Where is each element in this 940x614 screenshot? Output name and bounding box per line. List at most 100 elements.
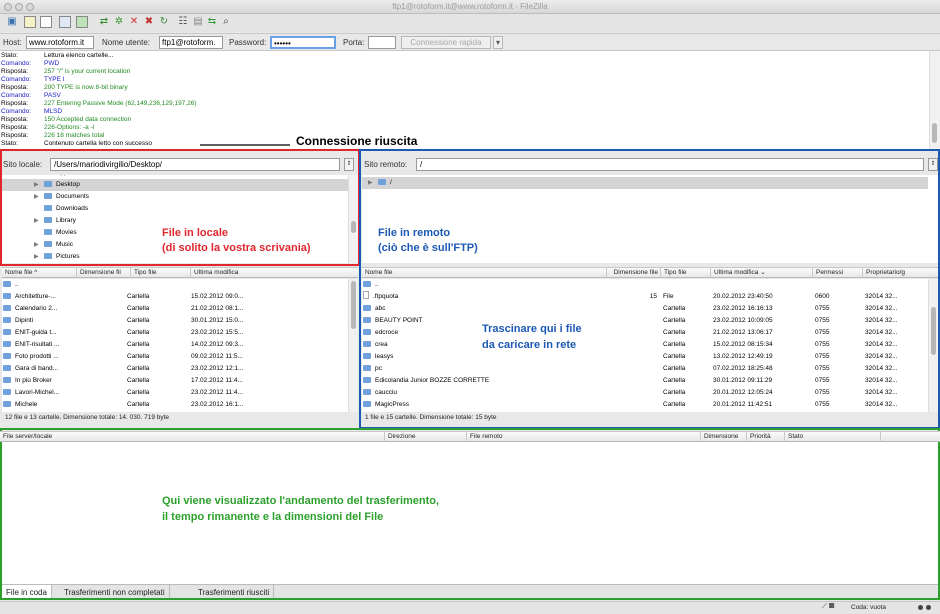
queue-col-direction[interactable]: Direzione bbox=[384, 432, 466, 442]
local-path-input[interactable]: /Users/mariodivirgilio/Desktop/ bbox=[50, 158, 340, 171]
cell-text: 23.02.2012 10:09:05 bbox=[713, 317, 773, 324]
remote-path-input[interactable]: / bbox=[416, 158, 924, 171]
cell-perm: 0755 bbox=[815, 363, 863, 375]
expand-arrow-icon[interactable]: ▶ bbox=[34, 215, 44, 227]
remote-col-modified[interactable]: Ultima modifica ⌄ bbox=[710, 268, 812, 278]
local-file-row[interactable]: ENIT-risultati ... Cartella 14.02.2012 09:… bbox=[2, 339, 348, 351]
local-list-scrollbar[interactable] bbox=[348, 279, 358, 412]
local-col-name[interactable]: Nome file ^ bbox=[2, 268, 76, 278]
tree-item[interactable]: Downloads bbox=[2, 203, 348, 215]
folder-icon bbox=[363, 365, 371, 371]
queue-col-remote[interactable]: File remoto bbox=[466, 432, 700, 442]
remote-file-row[interactable]: caucciu Cartella 20.01.2012 12:05:24 0755 32… bbox=[362, 387, 928, 399]
local-file-row[interactable]: Foto prodotti ... Cartella 09.02.2012 11:5… bbox=[2, 351, 348, 363]
remote-file-row[interactable]: leasys Cartella 13.02.2012 12:49:19 0755 320… bbox=[362, 351, 928, 363]
log-message: PASV bbox=[44, 92, 61, 99]
sync-browse-icon[interactable]: ⇆ bbox=[206, 16, 218, 28]
expand-arrow-icon[interactable]: ▶ bbox=[368, 177, 378, 189]
queue-col-priority[interactable]: Priorità bbox=[746, 432, 784, 442]
local-file-row[interactable]: ENIT-guida t... Cartella 23.02.2012 15:5..… bbox=[2, 327, 348, 339]
tab-successful-transfers[interactable]: Trasferimenti riusciti bbox=[194, 585, 275, 600]
local-file-row[interactable]: Lavori-Michel... Cartella 23.02.2012 11:4.… bbox=[2, 387, 348, 399]
local-file-row[interactable]: .. bbox=[2, 279, 348, 291]
local-col-size[interactable]: Dimensione fil bbox=[76, 268, 130, 278]
remote-list-scroll-thumb[interactable] bbox=[931, 307, 936, 355]
disconnect-icon[interactable]: ✖ bbox=[143, 16, 155, 28]
cancel-icon[interactable]: ✕ bbox=[128, 16, 140, 28]
cell-perm: 0755 bbox=[815, 327, 863, 339]
local-file-row[interactable]: Michele Cartella 23.02.2012 16:1... bbox=[2, 399, 348, 411]
local-file-row[interactable]: Calendario 2... Cartella 21.02.2012 08:1..… bbox=[2, 303, 348, 315]
transfer-queue-icon[interactable] bbox=[76, 16, 88, 28]
log-scrollbar[interactable] bbox=[929, 51, 940, 149]
host-input[interactable]: www.rotoform.it bbox=[26, 36, 94, 49]
expand-arrow-icon[interactable]: ▶ bbox=[34, 239, 44, 251]
remote-file-row[interactable]: .. bbox=[362, 279, 928, 291]
tab-queued-files[interactable]: File in coda bbox=[2, 585, 52, 600]
local-col-modified[interactable]: Ultima modifica bbox=[190, 268, 358, 278]
remote-file-row[interactable]: edcroce Cartella 21.02.2012 13:06:17 0755 32… bbox=[362, 327, 928, 339]
remote-file-row[interactable]: BEAUTY POINT Cartella 23.02.2012 10:09:05 0… bbox=[362, 315, 928, 327]
quickconnect-dropdown-icon[interactable]: ▾ bbox=[493, 36, 503, 49]
tree-item[interactable]: ▶ / bbox=[362, 177, 928, 189]
cell-type: Cartella bbox=[663, 327, 711, 339]
site-manager-icon[interactable]: ▣ bbox=[6, 16, 18, 28]
local-file-row[interactable]: In più Broker Cartella 17.02.2012 11:4... bbox=[2, 375, 348, 387]
local-file-row[interactable]: Dipinti Cartella 30.01.2012 15:0... bbox=[2, 315, 348, 327]
cell-owner: 32014 32... bbox=[865, 303, 929, 315]
queue-col-status[interactable]: Stato bbox=[784, 432, 880, 442]
log-scroll-thumb[interactable] bbox=[932, 123, 937, 143]
remote-col-permissions[interactable]: Permessi bbox=[812, 268, 862, 278]
queue-col-size[interactable]: Dimensione bbox=[700, 432, 746, 442]
remote-file-row[interactable]: abc Cartella 23.02.2012 16:16:13 0755 32014 … bbox=[362, 303, 928, 315]
tab-failed-transfers[interactable]: Trasferimenti non completati bbox=[60, 585, 170, 600]
local-col-type[interactable]: Tipo file bbox=[130, 268, 190, 278]
cell-text: 0755 bbox=[815, 377, 830, 384]
remote-tree-icon[interactable] bbox=[59, 16, 71, 28]
local-list-scroll-thumb[interactable] bbox=[351, 281, 356, 329]
remote-col-owner[interactable]: Proprietario/g bbox=[862, 268, 938, 278]
local-file-row[interactable]: Gara di band... Cartella 23.02.2012 12:1..… bbox=[2, 363, 348, 375]
queue-col-local[interactable]: File server/locale bbox=[0, 432, 384, 442]
cell-text: Cartella bbox=[663, 401, 686, 408]
password-input[interactable]: •••••• bbox=[270, 36, 336, 49]
log-message: PWD bbox=[44, 60, 60, 67]
local-file-row[interactable]: Architetture-... Cartella 15.02.2012 09:0.… bbox=[2, 291, 348, 303]
quickconnect-button[interactable]: Connessione rapida bbox=[401, 36, 491, 49]
remote-file-row[interactable]: Edicolandia Junior BOZZE CORRETTE Cartell… bbox=[362, 375, 928, 387]
local-path-dropdown-icon[interactable]: ⇕ bbox=[344, 158, 354, 171]
window-title: ftp1@rotoform.it@www.rotoform.it - FileZ… bbox=[392, 2, 548, 11]
compare-icon[interactable]: ▤ bbox=[192, 16, 204, 28]
port-input[interactable] bbox=[368, 36, 396, 49]
local-tree-icon[interactable] bbox=[40, 16, 52, 28]
remote-file-row[interactable]: pc Cartella 07.02.2012 18:25:48 0755 32014 3… bbox=[362, 363, 928, 375]
search-icon[interactable]: ⌕ bbox=[220, 16, 232, 28]
remote-col-type[interactable]: Tipo file bbox=[660, 268, 710, 278]
remote-col-size[interactable]: Dimensione file bbox=[606, 268, 660, 278]
expand-arrow-icon[interactable]: ▶ bbox=[34, 191, 44, 203]
remote-list-scrollbar[interactable] bbox=[928, 279, 938, 412]
remote-file-row[interactable]: MagicPress Cartella 20.01.2012 11:42:51 075… bbox=[362, 399, 928, 411]
tree-item[interactable]: ▶ Documents bbox=[2, 191, 348, 203]
refresh-icon[interactable]: ⇄ bbox=[98, 16, 110, 28]
reconnect-icon[interactable]: ↻ bbox=[158, 16, 170, 28]
tree-item[interactable]: ▶ Library bbox=[2, 215, 348, 227]
remote-col-name[interactable]: Nome file bbox=[362, 268, 606, 278]
expand-arrow-icon[interactable]: ▶ bbox=[34, 251, 44, 263]
remote-file-row[interactable]: crea Cartella 15.02.2012 08:15:34 0755 32014… bbox=[362, 339, 928, 351]
remote-file-row[interactable]: .ftpquota 15 File 20.02.2012 23:40:50 0600 32… bbox=[362, 291, 928, 303]
local-tree-scrollbar[interactable] bbox=[348, 175, 358, 263]
tree-item[interactable]: ▶ Desktop bbox=[2, 179, 348, 191]
process-queue-icon[interactable]: ✲ bbox=[113, 16, 125, 28]
log-label: Comando: bbox=[1, 60, 31, 67]
local-tree-scroll-thumb[interactable] bbox=[351, 221, 356, 233]
username-input[interactable]: ftp1@rotoform. bbox=[159, 36, 223, 49]
expand-arrow-icon[interactable]: ▶ bbox=[34, 179, 44, 191]
cell-text: 0755 bbox=[815, 317, 830, 324]
remote-path-dropdown-icon[interactable]: ⇕ bbox=[928, 158, 938, 171]
cell-owner: 32014 32... bbox=[865, 363, 929, 375]
cell-type: File bbox=[663, 291, 711, 303]
message-log-icon[interactable] bbox=[24, 16, 36, 28]
log-label: Risposta: bbox=[1, 84, 29, 91]
filter-icon[interactable]: ☷ bbox=[177, 16, 189, 28]
